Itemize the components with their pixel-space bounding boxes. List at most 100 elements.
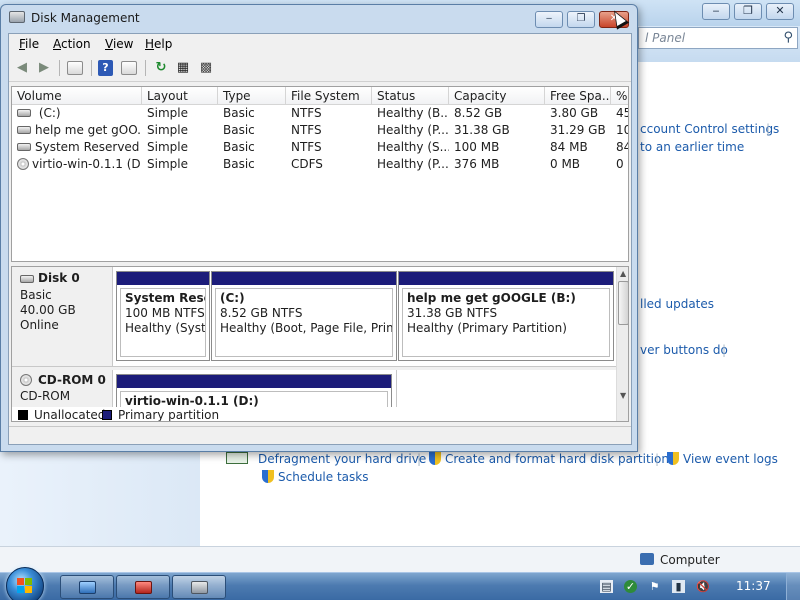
menu-file[interactable]: File [19,37,39,51]
column-header-layout[interactable]: Layout [142,87,218,105]
installed-updates-link[interactable]: lled updates [640,297,714,311]
computer-management-icon [135,581,152,594]
scroll-down-arrow-icon[interactable]: ▼ [620,391,626,400]
column-header-status[interactable]: Status [372,87,449,105]
disk-management-window: Disk Management ‒ ❐ ✕ File Action View H… [0,4,638,452]
cdrom0-name: CD-ROM 0 [38,373,106,387]
control-panel-close-button[interactable]: ✕ [766,3,794,20]
table-row[interactable]: virtio-win-0.1.1 (D:) Simple Basic CDFS … [12,156,628,173]
window-title: Disk Management [31,11,140,25]
view-event-logs-label: View event logs [683,452,778,466]
properties-pane-icon[interactable] [121,61,137,75]
uac-settings-link[interactable]: ccount Control settings [640,122,779,136]
view-event-logs-link[interactable]: View event logs [667,452,778,466]
volume-file-system: NTFS [291,123,322,137]
partition-c[interactable]: (C:) 8.52 GB NTFS Healthy (Boot, Page Fi… [211,271,397,361]
partition-title: help me get gOOGLE (B:) [407,291,576,305]
table-row[interactable]: System Reserved Simple Basic NTFS Health… [12,139,628,156]
column-header-capacity[interactable]: Capacity [449,87,545,105]
cd-icon [17,158,29,170]
control-panel-maximize-button[interactable]: ❐ [734,3,762,20]
cdrom0-type: CD-ROM [20,389,71,403]
network-icon[interactable]: ✓ [624,580,637,593]
create-format-partitions-link[interactable]: Create and format hard disk partitions [429,452,675,466]
disk0-state: Online [20,318,59,332]
menu-view[interactable]: View [105,37,133,51]
show-hide-console-tree-icon[interactable] [67,61,83,75]
disk-management-app-icon[interactable] [9,11,25,23]
properties-icon[interactable]: ▦ [174,59,192,77]
scroll-up-arrow-icon[interactable]: ▲ [620,269,626,278]
legend-unallocated: Unallocated [34,408,106,422]
search-icon[interactable]: ⚲ [783,30,793,45]
volume-muted-icon[interactable]: 🔇 [696,580,710,593]
partition-status: Healthy (Syster [125,321,206,335]
taskbar-control-panel[interactable] [60,575,114,599]
volume-status: Healthy (P... [377,123,449,137]
action-center-icon[interactable]: ▤ [600,580,613,593]
control-panel-statusbar: Computer [0,546,800,572]
volume-file-system: CDFS [291,157,323,171]
disk-icon [20,275,34,283]
show-desktop-button[interactable] [786,573,800,600]
disk0-name: Disk 0 [38,271,80,285]
taskbar-disk-management[interactable] [172,575,226,599]
schedule-tasks-link[interactable]: Schedule tasks [262,470,368,484]
control-panel-minimize-button[interactable]: ‒ [702,3,730,20]
start-button[interactable] [6,567,44,600]
volume-capacity: 8.52 GB [454,106,503,120]
volume-free-space: 3.80 GB [550,106,599,120]
restore-earlier-time-link[interactable]: to an earlier time [640,140,744,154]
control-panel-search-input[interactable]: l Panel ⚲ [638,27,798,49]
graphical-view-vertical-scrollbar[interactable]: ▲ ▼ [616,267,628,421]
volume-status: Healthy (P... [377,157,449,171]
scroll-thumb[interactable] [618,281,628,325]
minimize-button[interactable]: ‒ [535,11,563,28]
partition-title: (C:) [220,291,245,305]
partition-status: Healthy (Primary Partition) [407,321,567,335]
volume-capacity: 31.38 GB [454,123,510,137]
column-header-volume[interactable]: Volume [12,87,142,105]
refresh-icon[interactable]: ↻ [152,59,170,77]
taskbar-clock[interactable]: 11:37 [736,579,771,593]
computer-icon [640,553,654,565]
disk-management-statusbar [9,426,631,444]
power-icon[interactable]: ▮ [672,580,685,593]
help-icon[interactable]: ? [98,60,113,76]
disk0-label[interactable]: Disk 0 Basic 40.00 GB Online [12,267,113,366]
taskbar-computer-management[interactable] [116,575,170,599]
disk-management-titlebar[interactable]: Disk Management ‒ ❐ ✕ [1,5,637,31]
status-computer-label: Computer [660,553,720,567]
menu-help[interactable]: Help [145,37,172,51]
back-arrow-icon[interactable]: ◀ [13,59,31,77]
rescan-disks-icon[interactable]: ▩ [197,59,215,77]
column-header-file-system[interactable]: File System [286,87,372,105]
volume-percent-free: 84 [616,140,628,154]
disk0-size: 40.00 GB [20,303,76,317]
primary-partition-bar [212,272,396,285]
table-row[interactable]: (C:) Simple Basic NTFS Healthy (B... 8.5… [12,105,628,122]
link-separator: | [655,452,660,466]
power-buttons-link[interactable]: ver buttons do [640,343,728,357]
column-header-free-space[interactable]: Free Spa... [545,87,611,105]
volume-capacity: 376 MB [454,157,500,171]
partition-system-reserved[interactable]: System Reserv 100 MB NTFS Healthy (Syste… [116,271,210,361]
toolbar: ◀ ▶ ? ↻ ▦ ▩ [9,55,631,82]
table-row[interactable]: help me get gOO... Simple Basic NTFS Hea… [12,122,628,139]
volume-name: System Reserved [35,140,140,154]
cdrom0-label[interactable]: CD-ROM 0 CD-ROM [12,370,113,407]
flag-icon[interactable]: ⚑ [648,580,661,593]
column-header-percent-free[interactable]: % F [611,87,628,105]
drive-icon [17,109,31,117]
menu-action[interactable]: Action [53,37,91,51]
column-header-type[interactable]: Type [218,87,286,105]
defragment-link[interactable]: Defragment your hard drive [226,452,426,466]
forward-arrow-icon[interactable]: ▶ [35,59,53,77]
toolbar-separator [145,60,146,76]
drive-icon [17,143,31,151]
taskbar: ▤ ✓ ⚑ ▮ 🔇 11:37 [0,567,800,600]
volume-type: Basic [223,106,255,120]
partition-b[interactable]: help me get gOOGLE (B:) 31.38 GB NTFS He… [398,271,614,361]
maximize-button[interactable]: ❐ [567,11,595,28]
partition-status: Healthy (Boot, Page File, Primary [220,321,392,335]
